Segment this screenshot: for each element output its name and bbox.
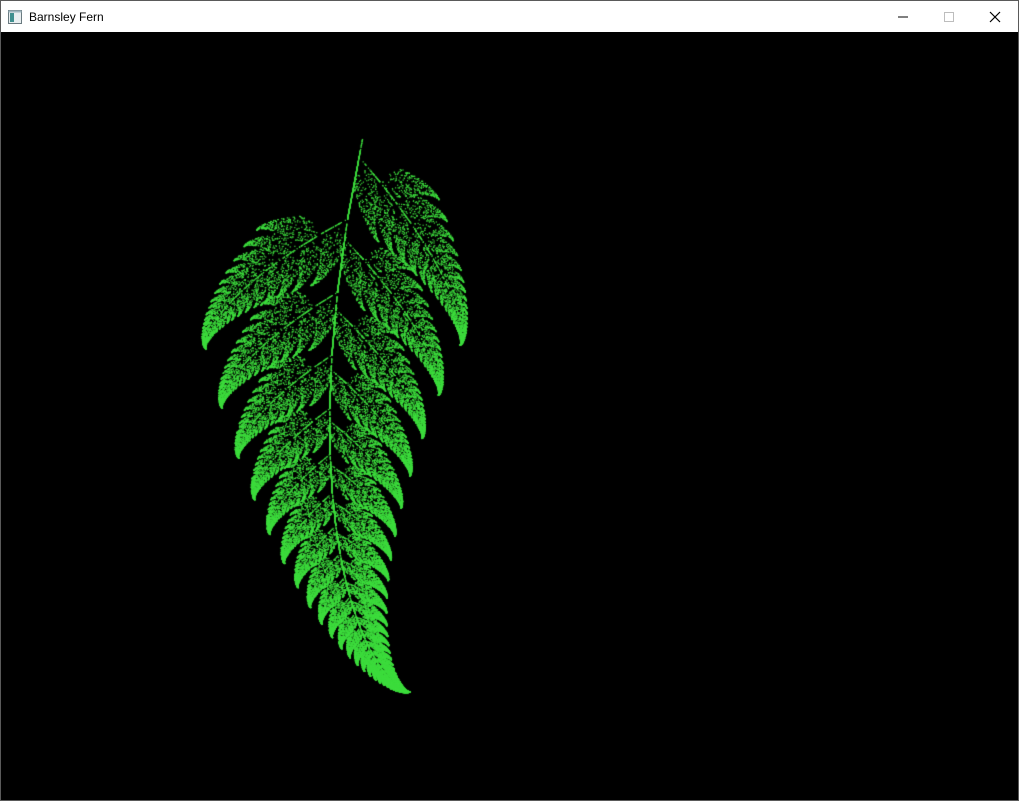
window-controls (880, 1, 1018, 32)
maximize-button[interactable] (926, 1, 972, 32)
minimize-button[interactable] (880, 1, 926, 32)
app-window: Barnsley Fern (0, 0, 1019, 801)
window-title: Barnsley Fern (29, 9, 104, 24)
fern-fractal-canvas (1, 32, 1018, 799)
fern-canvas-area (1, 32, 1018, 800)
minimize-icon (898, 16, 908, 17)
close-button[interactable] (972, 1, 1018, 32)
app-window-icon (8, 9, 22, 24)
maximize-icon (944, 11, 954, 22)
title-bar[interactable]: Barnsley Fern (1, 1, 1018, 32)
close-icon (989, 11, 1001, 22)
